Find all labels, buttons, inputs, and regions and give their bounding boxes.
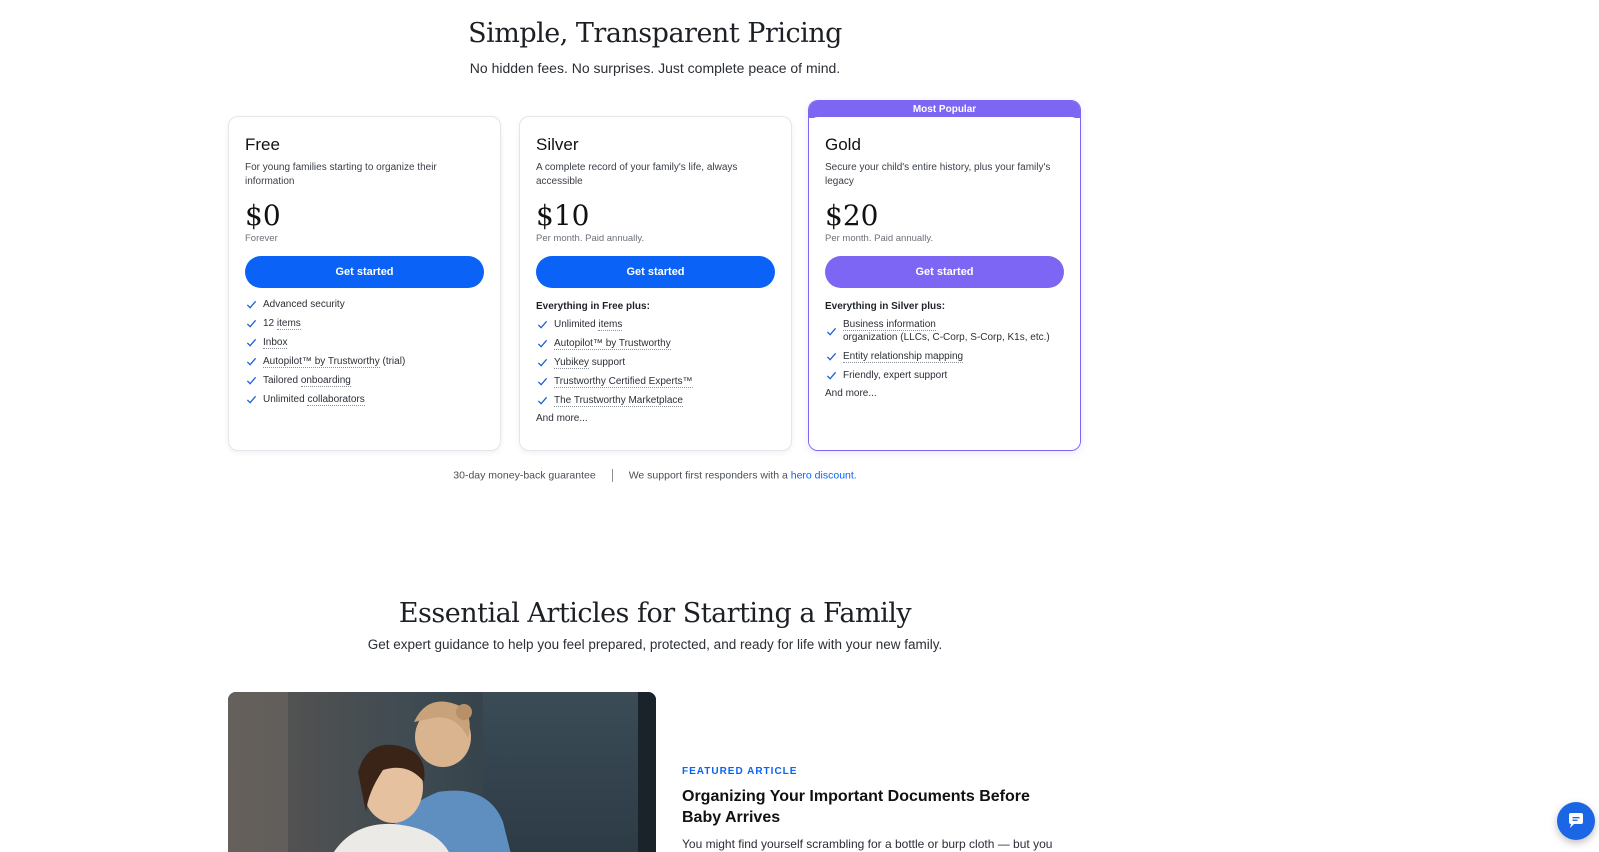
check-icon bbox=[246, 338, 257, 347]
plan-card-gold: Most Popular Gold Secure your child's en… bbox=[808, 100, 1081, 451]
responders-text: We support first responders with a bbox=[628, 469, 791, 482]
feature-item: Friendly, expert support bbox=[825, 369, 1064, 382]
plan-price: $20 bbox=[825, 199, 879, 232]
feature-list: Business information organization (LLCs, … bbox=[825, 318, 1064, 382]
feature-link[interactable]: Yubikey bbox=[554, 357, 590, 369]
check-icon bbox=[537, 377, 548, 386]
feature-item: Advanced security bbox=[245, 298, 484, 311]
plan-price: $10 bbox=[536, 199, 590, 232]
feature-link[interactable]: collaborators bbox=[307, 394, 365, 406]
chat-icon bbox=[1569, 813, 1583, 828]
feature-text: Advanced security bbox=[263, 299, 345, 310]
plan-name: Free bbox=[245, 135, 280, 154]
feature-link[interactable]: The Trustworthy Marketplace bbox=[554, 395, 683, 407]
featured-article-label: FEATURED ARTICLE bbox=[682, 766, 798, 777]
check-icon bbox=[537, 320, 548, 329]
feature-item: Autopilot™ by Trustworthy bbox=[536, 337, 775, 350]
plan-description: For young families starting to organize … bbox=[245, 162, 437, 187]
feature-link[interactable]: items bbox=[598, 319, 623, 331]
pricing-title: Simple, Transparent Pricing bbox=[468, 18, 842, 49]
articles-subtitle: Get expert guidance to help you feel pre… bbox=[367, 637, 943, 652]
check-icon bbox=[826, 352, 837, 361]
check-icon bbox=[246, 319, 257, 328]
feature-text: Unlimited bbox=[554, 319, 599, 330]
feature-link[interactable]: Entity relationship mapping bbox=[843, 351, 964, 363]
most-popular-badge: Most Popular bbox=[809, 101, 1080, 118]
feature-text: support bbox=[589, 357, 626, 368]
feature-item: 12 items bbox=[245, 317, 484, 330]
feature-link[interactable]: Trustworthy Certified Experts™ bbox=[554, 376, 693, 388]
feature-text: organization (LLCs, C-Corp, S-Corp, K1s,… bbox=[843, 332, 1050, 343]
articles-title: Essential Articles for Starting a Family bbox=[398, 598, 912, 629]
feature-item: The Trustworthy Marketplace bbox=[536, 394, 775, 407]
feature-text: 12 bbox=[263, 318, 277, 329]
check-icon bbox=[246, 376, 257, 385]
check-icon bbox=[826, 371, 837, 380]
feature-text: Friendly, expert support bbox=[843, 370, 948, 381]
feature-item: Entity relationship mapping bbox=[825, 350, 1064, 363]
and-more-link[interactable]: And more... bbox=[536, 413, 775, 424]
feature-item: Tailored onboarding bbox=[245, 374, 484, 387]
check-icon bbox=[246, 395, 257, 404]
feature-item: Autopilot™ by Trustworthy (trial) bbox=[245, 355, 484, 368]
featured-article-image[interactable] bbox=[228, 692, 656, 852]
pricing-subtitle: No hidden fees. No surprises. Just compl… bbox=[469, 60, 841, 76]
feature-text: Tailored bbox=[263, 375, 301, 386]
feature-item: Trustworthy Certified Experts™ bbox=[536, 375, 775, 388]
plan-card-body: Gold Secure your child's entire history,… bbox=[809, 117, 1080, 450]
plan-name: Gold bbox=[825, 135, 861, 154]
feature-item: Unlimited collaborators bbox=[245, 393, 484, 406]
chat-button[interactable] bbox=[1557, 802, 1595, 840]
feature-item: Inbox bbox=[245, 336, 484, 349]
plan-name: Silver bbox=[536, 135, 579, 154]
check-icon bbox=[246, 357, 257, 366]
feature-link[interactable]: Business information bbox=[843, 319, 936, 331]
money-back-text: 30-day money-back guarantee bbox=[453, 469, 596, 482]
check-icon bbox=[246, 300, 257, 309]
get-started-button-gold[interactable]: Get started bbox=[825, 256, 1064, 288]
feature-item: Unlimited items bbox=[536, 318, 775, 331]
feature-text: Unlimited bbox=[263, 394, 308, 405]
plan-card-silver: Silver A complete record of your family'… bbox=[519, 116, 792, 451]
feature-link[interactable]: Autopilot™ by Trustworthy bbox=[263, 356, 380, 368]
feature-item: Business information organization (LLCs, … bbox=[825, 318, 1064, 344]
feature-text: (trial) bbox=[379, 356, 406, 367]
plan-includes: Everything in Free plus: bbox=[536, 301, 650, 312]
featured-article-title[interactable]: Organizing Your Important Documents Befo… bbox=[682, 786, 1062, 828]
feature-list: Unlimited items Autopilot™ by Trustworth… bbox=[536, 318, 775, 407]
check-icon bbox=[537, 358, 548, 367]
feature-link[interactable]: Autopilot™ by Trustworthy bbox=[554, 338, 671, 350]
plan-includes: Everything in Silver plus: bbox=[825, 301, 946, 312]
plan-description: Secure your child's entire history, plus… bbox=[825, 162, 1051, 187]
feature-link[interactable]: onboarding bbox=[300, 375, 351, 387]
feature-link[interactable]: items bbox=[276, 318, 301, 330]
feature-link[interactable]: Inbox bbox=[263, 337, 288, 349]
featured-article-excerpt: You might find yourself scrambling for a… bbox=[682, 837, 1053, 851]
check-icon bbox=[826, 327, 837, 336]
couple-photo-illustration bbox=[228, 692, 656, 852]
plan-period: Forever bbox=[245, 233, 278, 244]
hero-discount-link[interactable]: hero discount. bbox=[791, 469, 857, 481]
check-icon bbox=[537, 396, 548, 405]
plan-period: Per month. Paid annually. bbox=[825, 233, 934, 244]
plan-card-free: Free For young families starting to orga… bbox=[228, 116, 501, 451]
divider bbox=[611, 469, 613, 482]
get-started-button-silver[interactable]: Get started bbox=[536, 256, 775, 288]
check-icon bbox=[537, 339, 548, 348]
feature-list: Advanced security 12 items Inbox Autopil… bbox=[245, 298, 484, 406]
get-started-button-free[interactable]: Get started bbox=[245, 256, 484, 288]
plan-price: $0 bbox=[245, 199, 281, 232]
guarantee-bar: 30-day money-back guarantee We support fi… bbox=[0, 469, 1310, 482]
plan-description: A complete record of your family's life,… bbox=[536, 162, 738, 187]
and-more-link[interactable]: And more... bbox=[825, 388, 1064, 399]
feature-item: Yubikey support bbox=[536, 356, 775, 369]
plan-period: Per month. Paid annually. bbox=[536, 233, 645, 244]
